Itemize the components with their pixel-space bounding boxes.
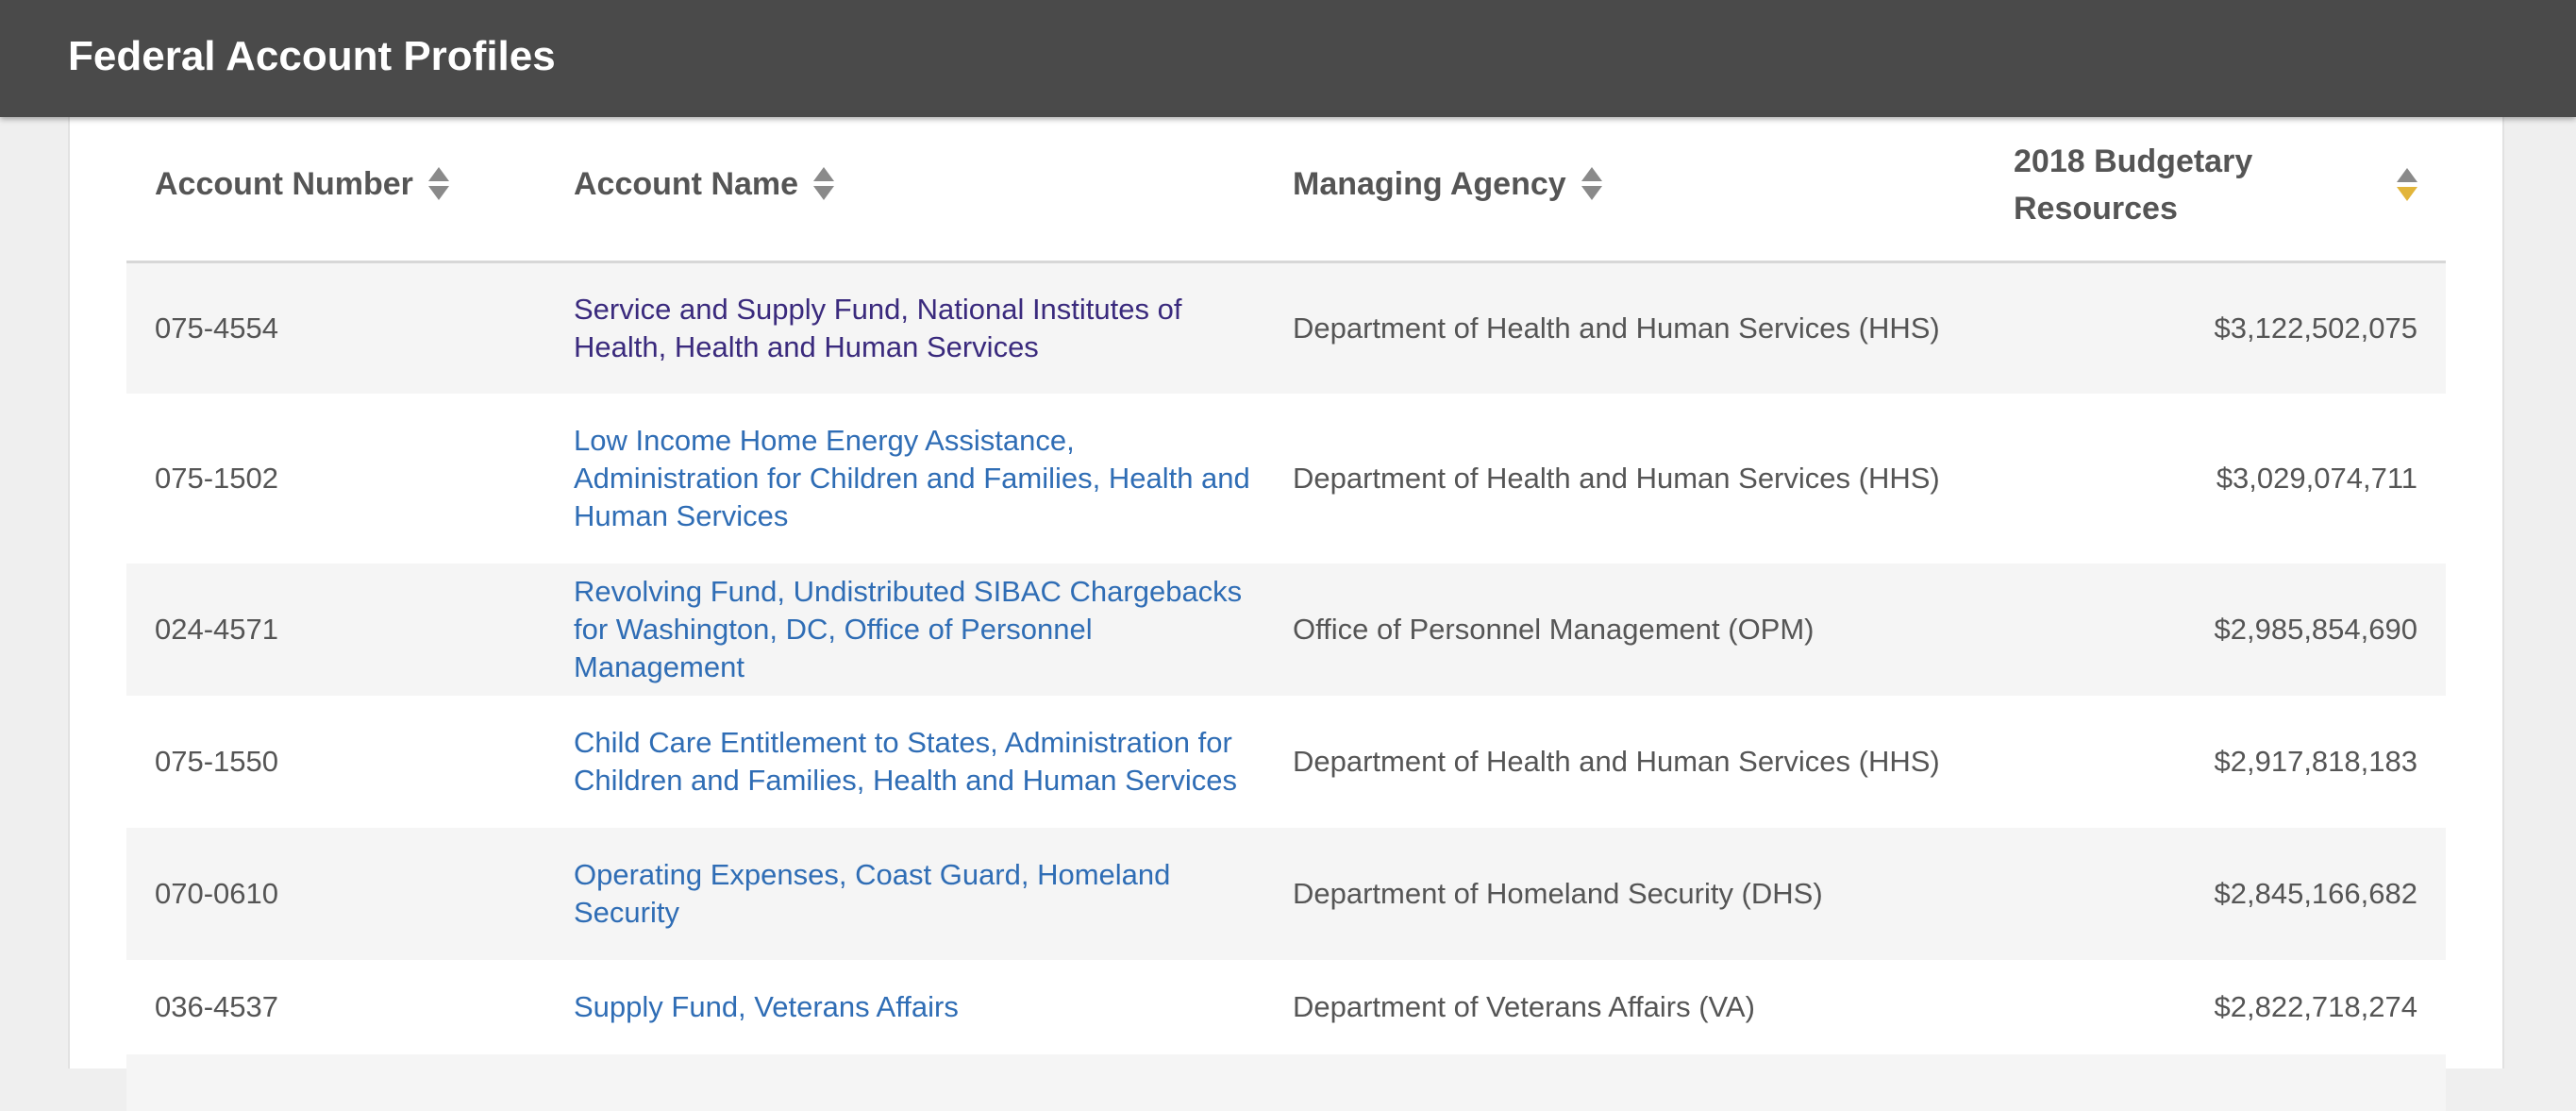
column-header-budgetary-resources[interactable]: 2018 Budgetary Resources [2014, 138, 2417, 232]
account-name-cell: Service and Supply Fund, National Instit… [574, 291, 1253, 366]
column-label-account-name: Account Name [574, 166, 799, 202]
page-header: Federal Account Profiles [0, 0, 2576, 117]
table-row: 075-4554 Service and Supply Fund, Nation… [126, 263, 2446, 394]
account-name-cell: Low Income Home Energy Assistance, Admin… [574, 422, 1253, 535]
sort-icon[interactable] [1581, 167, 1602, 201]
account-name-link[interactable]: Service and Supply Fund, National Instit… [574, 293, 1181, 363]
table-row: 070-0610 Operating Expenses, Coast Guard… [126, 828, 2446, 960]
column-label-managing-agency: Managing Agency [1293, 166, 1566, 202]
account-number: 070-0610 [155, 877, 279, 910]
account-name-cell: Supply Fund, Veterans Affairs [574, 988, 1253, 1026]
account-number: 075-4554 [155, 311, 279, 345]
table-header: Account Number Account Name Managing Age… [126, 117, 2446, 263]
managing-agency: Department of Veterans Affairs (VA) [1293, 990, 1755, 1023]
account-name-link[interactable]: Operating Expenses, Coast Guard, Homelan… [574, 858, 1170, 929]
column-header-managing-agency[interactable]: Managing Agency [1293, 160, 1602, 208]
sort-icon[interactable] [427, 167, 449, 201]
account-name-link[interactable]: Low Income Home Energy Assistance, Admin… [574, 424, 1250, 532]
column-label-account-number: Account Number [155, 166, 413, 202]
managing-agency: Department of Health and Human Services … [1293, 311, 1940, 345]
budgetary-resources: $2,845,166,682 [2214, 877, 2418, 910]
account-name-cell: Child Care Entitlement to States, Admini… [574, 724, 1253, 800]
budgetary-resources: $3,122,502,075 [2214, 311, 2418, 345]
column-header-account-name[interactable]: Account Name [574, 160, 835, 208]
table-row: 075-1550 Child Care Entitlement to State… [126, 696, 2446, 828]
account-name-link[interactable]: Child Care Entitlement to States, Admini… [574, 726, 1237, 797]
account-number: 075-1550 [155, 745, 279, 778]
content-panel: Account Number Account Name Managing Age… [68, 117, 2504, 1111]
account-name-link[interactable]: Supply Fund, Veterans Affairs [574, 990, 959, 1023]
account-number: 075-1502 [155, 462, 279, 495]
sort-icon[interactable] [813, 167, 835, 201]
managing-agency: Department of Homeland Security (DHS) [1293, 877, 1823, 910]
account-number: 036-4537 [155, 990, 279, 1023]
managing-agency: Office of Personnel Management (OPM) [1293, 613, 1815, 646]
managing-agency: Department of Health and Human Services … [1293, 462, 1940, 495]
table-row: 075-1502 Low Income Home Energy Assistan… [126, 394, 2446, 564]
managing-agency: Department of Health and Human Services … [1293, 745, 1940, 778]
budgetary-resources: $2,917,818,183 [2214, 745, 2418, 778]
table-row-partial [126, 1054, 2446, 1111]
column-label-budgetary-resources: 2018 Budgetary Resources [2014, 143, 2253, 227]
account-name-cell: Revolving Fund, Undistributed SIBAC Char… [574, 573, 1253, 686]
account-name-link[interactable]: Revolving Fund, Undistributed SIBAC Char… [574, 575, 1242, 683]
budgetary-resources: $3,029,074,711 [2216, 462, 2417, 495]
table-row: 036-4537 Supply Fund, Veterans Affairs D… [126, 960, 2446, 1054]
account-number: 024-4571 [155, 613, 279, 646]
page-title: Federal Account Profiles [68, 33, 556, 79]
accounts-table: Account Number Account Name Managing Age… [126, 117, 2446, 1111]
sort-descending-active-icon[interactable] [2397, 168, 2417, 202]
column-header-account-number[interactable]: Account Number [155, 160, 449, 208]
budgetary-resources: $2,822,718,274 [2214, 990, 2418, 1023]
table-row: 024-4571 Revolving Fund, Undistributed S… [126, 564, 2446, 696]
budgetary-resources: $2,985,854,690 [2214, 613, 2418, 646]
account-name-cell: Operating Expenses, Coast Guard, Homelan… [574, 856, 1253, 932]
